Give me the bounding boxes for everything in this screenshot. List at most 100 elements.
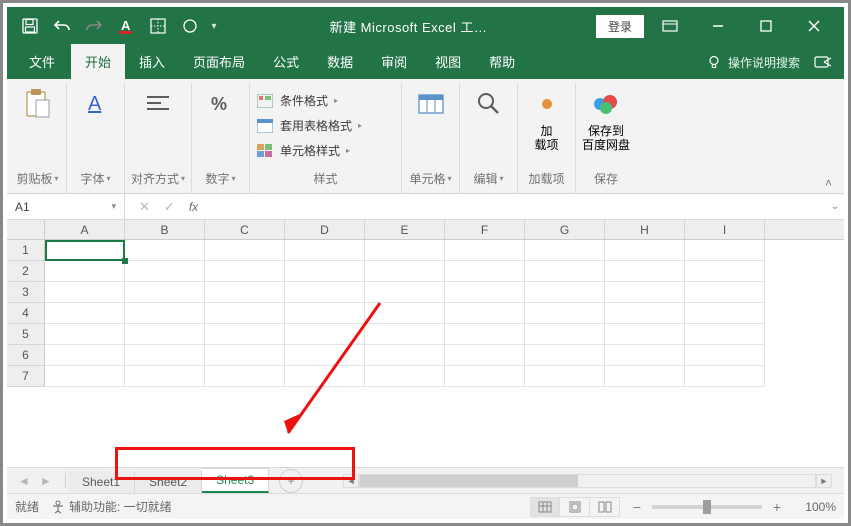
addins-icon[interactable] <box>530 87 564 121</box>
tab-formulas[interactable]: 公式 <box>259 44 313 79</box>
formula-bar: A1▾ ✕ ✓ fx ⌄ <box>7 194 844 220</box>
window-title: 新建 Microsoft Excel 工… <box>221 17 596 36</box>
tab-insert[interactable]: 插入 <box>125 44 179 79</box>
format-as-table-button[interactable]: 套用表格格式 ▸ <box>256 114 362 137</box>
login-button[interactable]: 登录 <box>596 15 644 38</box>
tab-file[interactable]: 文件 <box>13 44 71 79</box>
col-header[interactable]: C <box>205 220 285 239</box>
tab-view[interactable]: 视图 <box>421 44 475 79</box>
enter-formula-icon[interactable]: ✓ <box>164 199 175 215</box>
group-styles-label: 样式 <box>314 170 338 187</box>
name-box[interactable]: A1▾ <box>7 194 125 219</box>
titlebar: A ▾ 新建 Microsoft Excel 工… 登录 <box>7 7 844 45</box>
qat-more-icon[interactable]: ▾ <box>207 11 221 41</box>
cell-styles-button[interactable]: 单元格样式 ▸ <box>256 139 362 162</box>
tab-home[interactable]: 开始 <box>71 44 125 79</box>
paste-icon[interactable] <box>21 87 55 121</box>
fill-handle[interactable] <box>122 258 128 264</box>
align-icon[interactable] <box>141 87 175 121</box>
scroll-right-icon[interactable]: ► <box>816 474 832 488</box>
scroll-left-icon[interactable]: ◄ <box>343 474 359 488</box>
save-big-label: 保存到 百度网盘 <box>582 124 630 152</box>
group-addins-label: 加载项 <box>529 170 565 187</box>
row-header[interactable]: 2 <box>7 261 45 282</box>
col-header[interactable]: A <box>45 220 125 239</box>
group-save-cloud: 保存到 百度网盘 保存 <box>576 83 636 193</box>
col-header[interactable]: H <box>605 220 685 239</box>
group-clipboard: 剪贴板▾ <box>9 83 67 193</box>
font-color-icon[interactable]: A <box>111 11 141 41</box>
group-alignment: 对齐方式▾ <box>125 83 192 193</box>
shape-icon[interactable] <box>175 11 205 41</box>
expand-formula-bar-icon[interactable]: ⌄ <box>826 201 844 212</box>
page-layout-view-icon[interactable] <box>560 497 590 517</box>
sheet-tab-2[interactable]: Sheet2 <box>135 471 202 493</box>
column-headers: A B C D E F G H I <box>7 220 844 240</box>
col-header[interactable]: G <box>525 220 605 239</box>
ribbon-body: 剪贴板▾ A 字体▾ 对齐方式▾ % 数字▾ 条件格式 ▸ 套用表格格式 ▸ 单… <box>7 79 844 194</box>
fx-icon[interactable]: fx <box>189 200 198 214</box>
worksheet-area: A B C D E F G H I 1 2 3 4 5 6 7 <box>7 220 844 467</box>
group-styles: 条件格式 ▸ 套用表格格式 ▸ 单元格样式 ▸ 样式 <box>250 83 402 193</box>
undo-icon[interactable] <box>47 11 77 41</box>
zoom-in-button[interactable]: + <box>770 499 784 515</box>
number-icon[interactable]: % <box>204 87 238 121</box>
tell-me-search[interactable]: 操作说明搜索 <box>706 54 800 71</box>
status-ready: 就绪 <box>15 498 39 515</box>
formula-input[interactable] <box>212 194 826 219</box>
cond-format-icon <box>256 93 274 109</box>
collapse-ribbon-icon[interactable]: ˄ <box>825 176 832 190</box>
sheet-tab-3[interactable]: Sheet3 <box>202 468 269 493</box>
col-header[interactable]: E <box>365 220 445 239</box>
group-font-label: 字体 <box>80 170 104 187</box>
conditional-formatting-button[interactable]: 条件格式 ▸ <box>256 89 362 112</box>
cloud-save-icon[interactable] <box>589 87 623 121</box>
new-sheet-button[interactable]: + <box>279 469 303 493</box>
view-buttons <box>530 497 620 517</box>
page-break-view-icon[interactable] <box>590 497 620 517</box>
svg-text:A: A <box>88 93 102 115</box>
maximize-icon[interactable] <box>744 11 788 41</box>
select-all-corner[interactable] <box>7 220 45 239</box>
row-header[interactable]: 1 <box>7 240 45 261</box>
cells-icon[interactable] <box>414 87 448 121</box>
row-header[interactable]: 6 <box>7 345 45 366</box>
font-icon[interactable]: A <box>79 87 113 121</box>
borders-icon[interactable] <box>143 11 173 41</box>
zoom-out-button[interactable]: − <box>630 499 644 515</box>
close-icon[interactable] <box>792 11 836 41</box>
grid-body[interactable]: 1 2 3 4 5 6 7 <box>7 240 844 387</box>
horizontal-scrollbar[interactable]: ◄ ► <box>343 473 832 489</box>
zoom-slider[interactable] <box>652 505 762 509</box>
group-font: A 字体▾ <box>67 83 125 193</box>
sheet-tabs-bar: ◄ ► Sheet1 Sheet2 Sheet3 + ◄ ► <box>7 467 844 493</box>
cell-styles-icon <box>256 143 274 159</box>
tab-page-layout[interactable]: 页面布局 <box>179 44 259 79</box>
tab-data[interactable]: 数据 <box>313 44 367 79</box>
find-icon[interactable] <box>472 87 506 121</box>
row-header[interactable]: 4 <box>7 303 45 324</box>
save-icon[interactable] <box>15 11 45 41</box>
tab-review[interactable]: 审阅 <box>367 44 421 79</box>
share-icon[interactable] <box>812 51 834 73</box>
col-header[interactable]: B <box>125 220 205 239</box>
ribbon-display-icon[interactable] <box>648 11 692 41</box>
tab-scroll-right-icon[interactable]: ► <box>35 470 57 492</box>
col-header[interactable]: F <box>445 220 525 239</box>
minimize-icon[interactable] <box>696 11 740 41</box>
row-header[interactable]: 7 <box>7 366 45 387</box>
tab-help[interactable]: 帮助 <box>475 44 529 79</box>
row-header[interactable]: 5 <box>7 324 45 345</box>
row-header[interactable]: 3 <box>7 282 45 303</box>
group-clipboard-label: 剪贴板 <box>16 170 52 187</box>
cancel-formula-icon[interactable]: ✕ <box>139 199 150 215</box>
zoom-percent[interactable]: 100% <box>792 500 836 514</box>
col-header[interactable]: I <box>685 220 765 239</box>
redo-icon[interactable] <box>79 11 109 41</box>
sheet-tab-1[interactable]: Sheet1 <box>68 471 135 493</box>
group-editing-label: 编辑 <box>474 170 498 187</box>
tab-scroll-left-icon[interactable]: ◄ <box>13 470 35 492</box>
group-editing: 编辑▾ <box>460 83 518 193</box>
normal-view-icon[interactable] <box>530 497 560 517</box>
col-header[interactable]: D <box>285 220 365 239</box>
